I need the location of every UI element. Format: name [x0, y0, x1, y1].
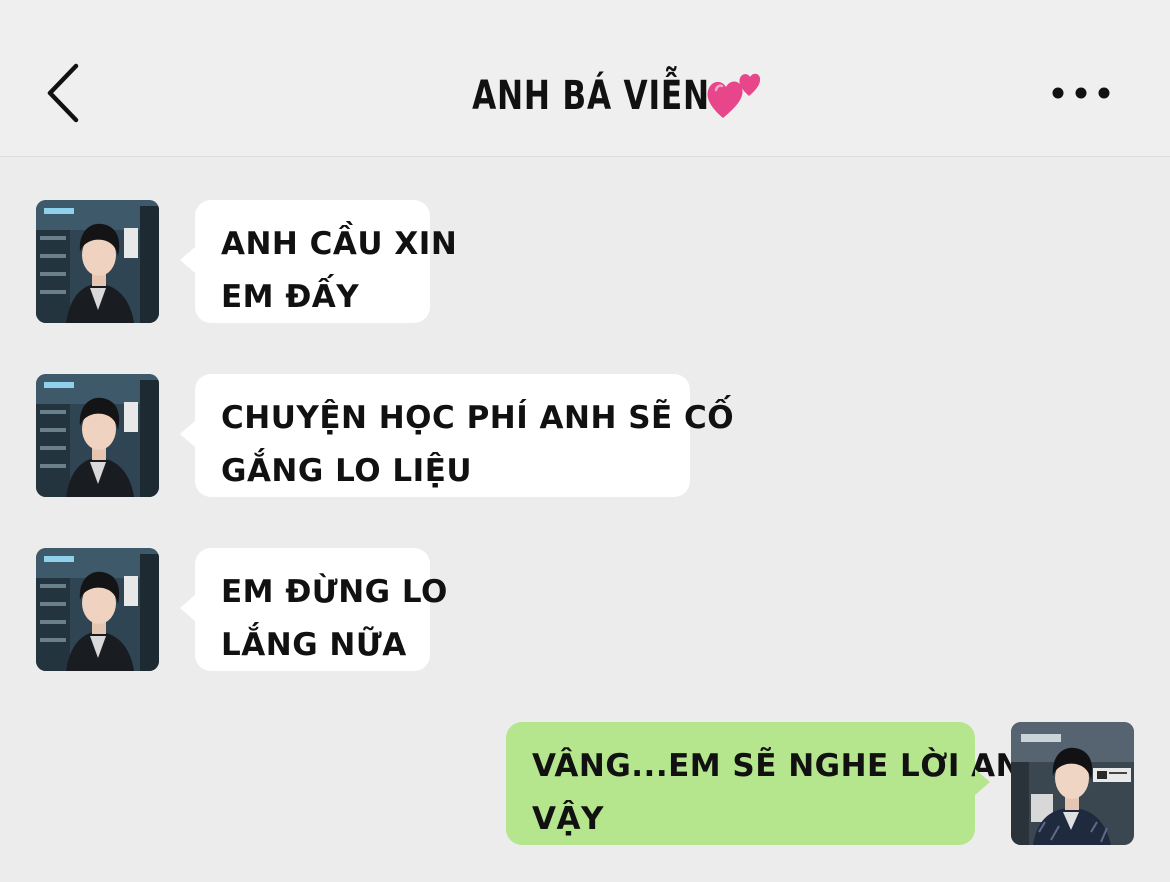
- message-line: LẮNG NỮA: [221, 627, 407, 663]
- contact-avatar[interactable]: [36, 374, 159, 497]
- chat-title-wrap: ANH BÁ VIỄN: [0, 66, 1170, 126]
- message-bubble-incoming[interactable]: EM ĐỪNG LO LẮNG NỮA: [195, 548, 448, 671]
- message-line: VÂNG...EM SẼ NGHE LỜI ANH: [532, 748, 1049, 784]
- more-horizontal-icon[interactable]: [1050, 84, 1112, 102]
- message-bubble-outgoing[interactable]: VÂNG...EM SẼ NGHE LỜI ANH VẬY: [506, 722, 1049, 845]
- bubble-tail: [180, 595, 195, 621]
- contact-avatar[interactable]: [36, 548, 159, 671]
- avatar-image: [36, 374, 159, 497]
- bubble-tail: [180, 247, 195, 273]
- avatar-image: [36, 200, 159, 323]
- message-line: ANH CẦU XIN: [221, 226, 458, 262]
- message-line: VẬY: [532, 801, 604, 837]
- message-line: CHUYỆN HỌC PHÍ ANH SẼ CỐ: [221, 400, 735, 436]
- avatar-image: [1011, 722, 1134, 845]
- avatar-image: [36, 548, 159, 671]
- two-hearts-icon: [707, 73, 761, 118]
- message-line: EM ĐẤY: [221, 279, 360, 315]
- bubble-tail: [975, 769, 990, 795]
- chat-header: ANH BÁ VIỄN: [0, 0, 1170, 157]
- contact-avatar[interactable]: [36, 200, 159, 323]
- message-line: GẮNG LO LIỆU: [221, 453, 473, 489]
- message-bubble-incoming[interactable]: CHUYỆN HỌC PHÍ ANH SẼ CỐ GẮNG LO LIỆU: [195, 374, 735, 497]
- chat-title: ANH BÁ VIỄN: [472, 73, 710, 119]
- bubble-tail: [180, 421, 195, 447]
- user-avatar[interactable]: [1011, 722, 1134, 845]
- message-line: EM ĐỪNG LO: [221, 574, 448, 610]
- message-bubble-incoming[interactable]: ANH CẦU XIN EM ĐẤY: [195, 200, 458, 323]
